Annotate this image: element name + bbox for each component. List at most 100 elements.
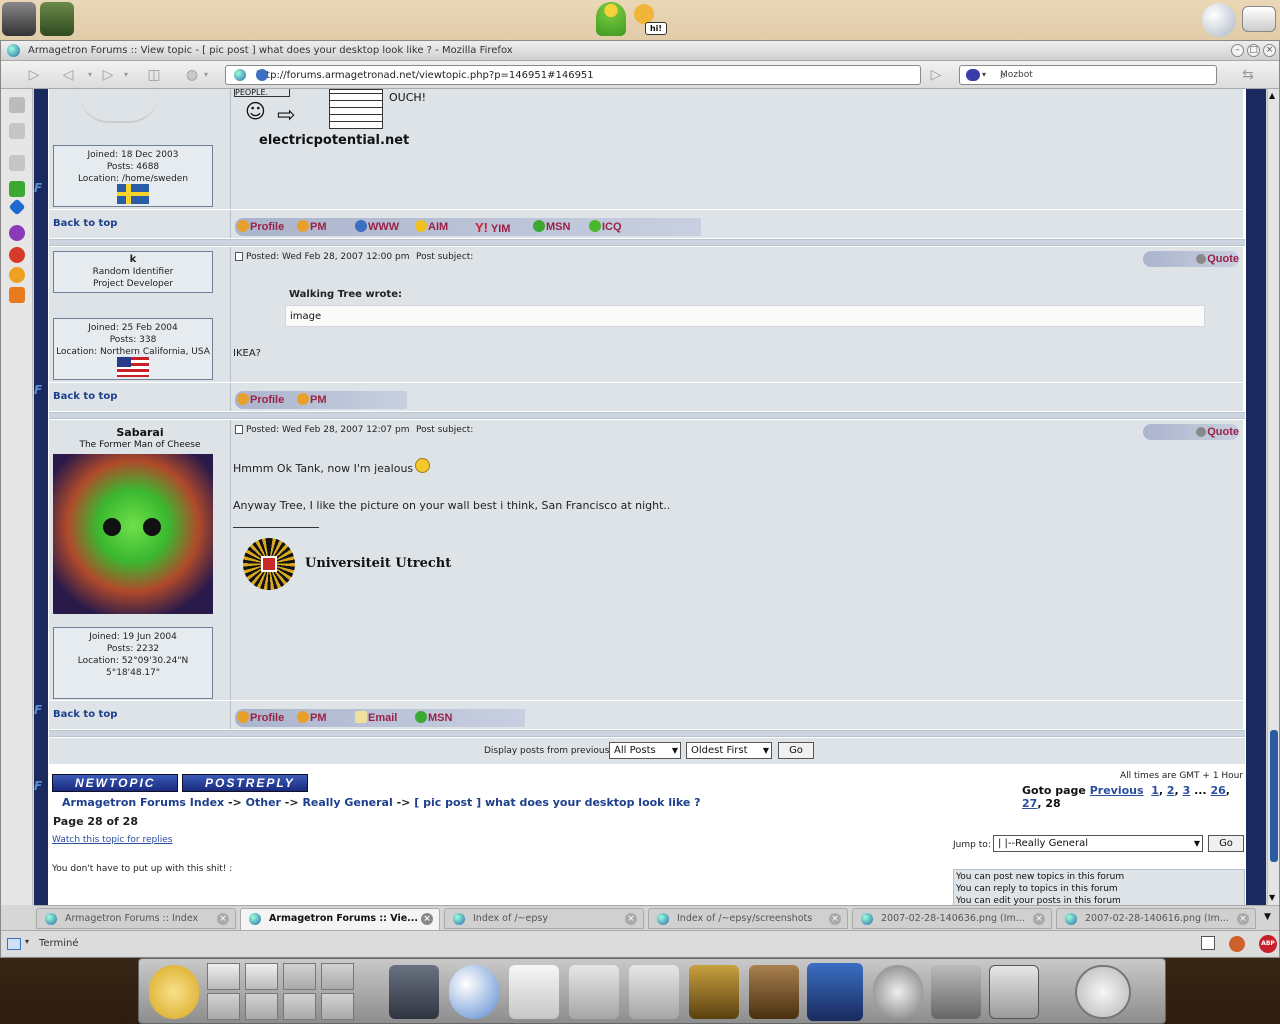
workspace-slot-7[interactable]: [283, 993, 316, 1020]
dock-game2-icon[interactable]: [749, 965, 799, 1019]
dock-game-icon[interactable]: [689, 965, 739, 1019]
post1-icq-button[interactable]: ICQ: [589, 220, 622, 233]
post-reply-button[interactable]: POSTREPLY: [182, 774, 308, 792]
search-box[interactable]: ▾ Mozbot ⌕: [959, 65, 1217, 85]
goto-page-link[interactable]: 27: [1022, 797, 1037, 810]
post2-pm-button[interactable]: PM: [297, 393, 327, 406]
sidebar-themes-icon[interactable]: [8, 198, 26, 216]
tab-image-140636[interactable]: 2007-02-28-140636.png (Im... ×: [852, 908, 1052, 929]
maximize-icon[interactable]: □: [1247, 44, 1260, 57]
edit-icon[interactable]: [1201, 936, 1215, 950]
workspace-slot-1[interactable]: [207, 963, 240, 990]
breadcrumb-general-link[interactable]: Really General: [302, 796, 392, 809]
dock-mail-icon[interactable]: [509, 965, 559, 1019]
scroll-up-icon[interactable]: ▲: [1269, 91, 1275, 100]
sidebar-search-icon[interactable]: [9, 267, 25, 283]
tab-forums-index[interactable]: Armagetron Forums :: Index ×: [36, 908, 236, 929]
adblock-icon[interactable]: ABP: [1259, 935, 1277, 953]
scrollbar-thumb[interactable]: [1270, 730, 1278, 862]
scroll-down-icon[interactable]: ▼: [1269, 893, 1275, 902]
sidebar-downloads-icon[interactable]: [9, 155, 25, 171]
globe-icon[interactable]: [1202, 3, 1236, 37]
smiley-icon[interactable]: [634, 4, 654, 24]
home-globe-icon[interactable]: ◍: [181, 65, 203, 85]
vertical-scrollbar[interactable]: ▲ ▼: [1267, 89, 1279, 905]
tab-close-icon[interactable]: ×: [421, 913, 433, 925]
display-go-button[interactable]: Go: [778, 742, 814, 759]
go-arrow-icon[interactable]: ▷: [925, 65, 947, 85]
back-icon[interactable]: ◁: [57, 65, 79, 85]
monkey-icon[interactable]: [1229, 936, 1245, 952]
sidebar-toggle-dropdown[interactable]: ▾: [25, 937, 29, 946]
user-icon[interactable]: [596, 2, 626, 36]
dock-disk-icon[interactable]: [873, 965, 923, 1019]
dock-terminal-icon[interactable]: [389, 965, 439, 1019]
dock-window-icon[interactable]: [989, 965, 1039, 1019]
goto-page-link[interactable]: 1: [1151, 784, 1159, 797]
post3-pm-button[interactable]: PM: [297, 711, 327, 724]
camera-icon[interactable]: [2, 2, 36, 36]
display-order-select[interactable]: Oldest First ▼: [686, 742, 772, 759]
forward-history-dropdown[interactable]: ▾: [121, 65, 131, 85]
forward-arrow-icon[interactable]: ▷: [23, 65, 45, 85]
minimize-icon[interactable]: –: [1231, 44, 1244, 57]
post3-back-to-top[interactable]: Back to top: [53, 709, 117, 720]
dock-scanner-icon[interactable]: [629, 965, 679, 1019]
tab-index-epsy[interactable]: Index of /~epsy ×: [444, 908, 644, 929]
jump-to-select[interactable]: | |--Really General ▼: [993, 835, 1203, 852]
goto-page-link[interactable]: 3: [1183, 784, 1191, 797]
sidebar-toggle-icon[interactable]: [7, 938, 21, 950]
reload-icon[interactable]: [256, 69, 268, 81]
post1-msn-button[interactable]: MSN: [533, 220, 570, 233]
tab-forums-view-topic[interactable]: Armagetron Forums :: Vie... ×: [240, 908, 440, 931]
circuit-board-icon[interactable]: [40, 2, 74, 36]
breadcrumb-topic-link[interactable]: [ pic post ] what does your desktop look…: [414, 796, 700, 809]
url-bar[interactable]: http://forums.armagetronad.net/viewtopic…: [225, 65, 921, 85]
goto-page-link[interactable]: 26: [1210, 784, 1225, 797]
goto-previous-link[interactable]: Previous: [1090, 784, 1144, 797]
sidebar-history-icon[interactable]: [9, 123, 25, 139]
post3-quote-button[interactable]: Quote: [1196, 426, 1239, 438]
goto-page-link[interactable]: 2: [1167, 784, 1175, 797]
dock-browser-icon[interactable]: [449, 965, 499, 1019]
close-icon[interactable]: ×: [1263, 44, 1276, 57]
home-dropdown[interactable]: ▾: [201, 65, 211, 85]
workspace-slot-3[interactable]: [283, 963, 316, 990]
back-history-dropdown[interactable]: ▾: [85, 65, 95, 85]
workspace-slot-6[interactable]: [245, 993, 278, 1020]
breadcrumb-index-link[interactable]: Armagetron Forums Index: [62, 796, 224, 809]
tab-close-icon[interactable]: ×: [1237, 913, 1249, 925]
dock-printer-icon[interactable]: [569, 965, 619, 1019]
workspace-slot-4[interactable]: [321, 963, 354, 990]
resize-toolbar-icon[interactable]: ⇆: [1237, 65, 1259, 85]
search-engine-icon[interactable]: [966, 69, 980, 81]
jump-go-button[interactable]: Go: [1208, 835, 1244, 852]
stop-icon[interactable]: ◫: [143, 65, 165, 85]
workspace-slot-8[interactable]: [321, 993, 354, 1020]
tab-close-icon[interactable]: ×: [217, 913, 229, 925]
watch-topic-link[interactable]: Watch this topic for replies: [52, 835, 172, 845]
post3-profile-button[interactable]: Profile: [237, 711, 284, 724]
tab-close-icon[interactable]: ×: [829, 913, 841, 925]
post1-back-to-top[interactable]: Back to top: [53, 218, 117, 229]
sidebar-extensions-icon[interactable]: [9, 181, 25, 197]
sidebar-rss-icon[interactable]: [9, 287, 25, 303]
post3-msn-button[interactable]: MSN: [415, 711, 452, 724]
post2-profile-button[interactable]: Profile: [237, 393, 284, 406]
post1-www-button[interactable]: WWW: [355, 220, 399, 233]
sidebar-alert-icon[interactable]: [9, 247, 25, 263]
post1-yim-button[interactable]: Y! YIM: [475, 220, 510, 235]
workspace-slot-2[interactable]: [245, 963, 278, 990]
tab-image-140616[interactable]: 2007-02-28-140616.png (Im... ×: [1056, 908, 1256, 929]
tab-list-dropdown[interactable]: ▼: [1264, 912, 1271, 922]
post3-email-button[interactable]: Email: [355, 711, 397, 724]
sidebar-bookmark-icon[interactable]: [9, 97, 25, 113]
workspace-slot-5[interactable]: [207, 993, 240, 1020]
tab-close-icon[interactable]: ×: [1033, 913, 1045, 925]
post2-quote-button[interactable]: Quote: [1196, 253, 1239, 265]
search-icon[interactable]: ⌕: [1000, 68, 1210, 83]
tab-index-screenshots[interactable]: Index of /~epsy/screenshots ×: [648, 908, 848, 929]
search-engine-dropdown[interactable]: ▾: [982, 70, 986, 79]
tab-close-icon[interactable]: ×: [625, 913, 637, 925]
dock-launcher-icon[interactable]: [149, 965, 199, 1019]
